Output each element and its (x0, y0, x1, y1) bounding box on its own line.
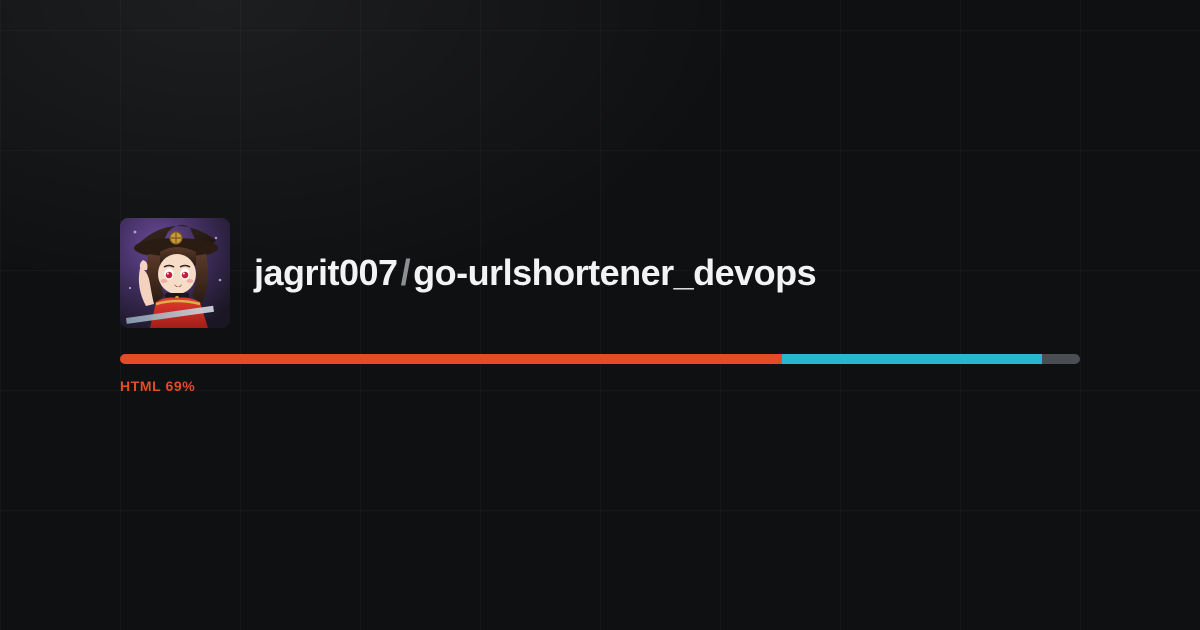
primary-language-label: HTML 69% (120, 378, 1080, 394)
avatar (120, 218, 230, 328)
language-segment-html (120, 354, 782, 364)
repo-title: jagrit007/go-urlshortener_devops (254, 252, 816, 293)
avatar-image-icon (120, 218, 230, 328)
repo-card: jagrit007/go-urlshortener_devops HTML 69… (120, 218, 1080, 394)
header-row: jagrit007/go-urlshortener_devops (120, 218, 1080, 328)
language-segment-go (782, 354, 1041, 364)
language-segment-other (1042, 354, 1080, 364)
repo-separator: / (398, 252, 414, 293)
language-bar (120, 354, 1080, 364)
repo-owner: jagrit007 (254, 252, 398, 293)
repo-name: go-urlshortener_devops (413, 252, 816, 293)
